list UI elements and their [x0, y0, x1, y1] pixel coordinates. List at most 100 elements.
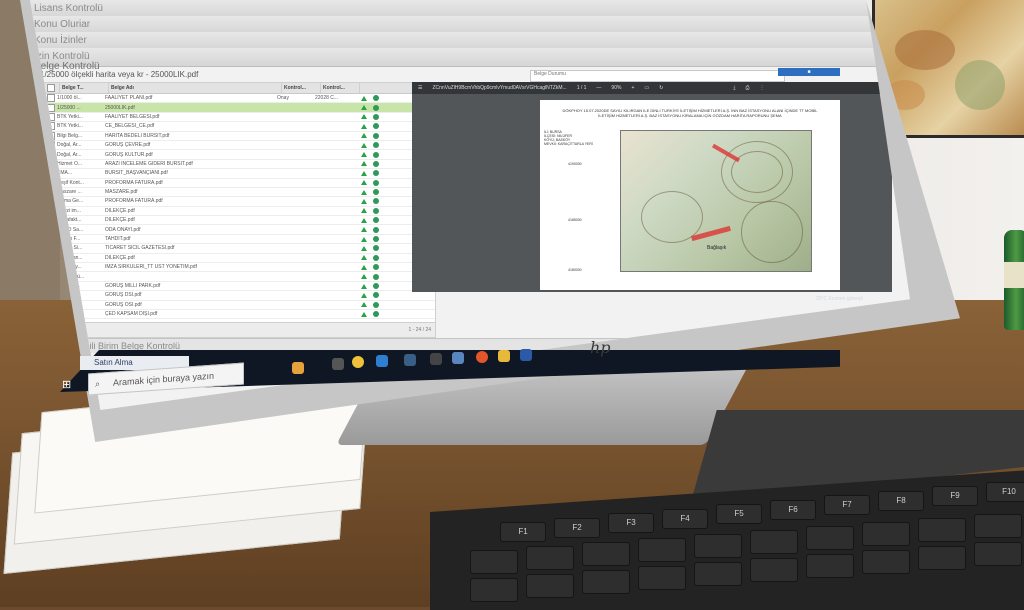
keyboard-key[interactable]	[750, 530, 798, 554]
key-f1[interactable]: F1	[500, 522, 546, 542]
belge-durumu-select[interactable]: Belge Durumu	[530, 70, 785, 82]
warning-icon[interactable]	[361, 255, 367, 261]
table-row[interactable]: İmar Plan...DİLEKÇE.pdf	[45, 253, 435, 264]
warning-icon[interactable]	[361, 114, 367, 120]
warning-icon[interactable]	[361, 264, 367, 270]
table-row[interactable]: OSKO Sa... ODA ONAYI.pdf	[45, 225, 435, 235]
warning-icon[interactable]	[361, 283, 367, 289]
more-icon[interactable]: ⋮	[760, 82, 765, 94]
zoom-out-icon[interactable]: —	[596, 82, 601, 94]
row-belge-adi[interactable]: DİLEKÇE.pdf	[103, 255, 275, 261]
status-icon[interactable]	[373, 301, 379, 308]
row-belge-adi[interactable]: GÖRÜŞ KÜLTÜR.pdf	[103, 152, 275, 158]
key-f8[interactable]: F8	[878, 490, 924, 511]
table-row[interactable]: Muvafakt... DİLEKÇE.pdf	[45, 216, 435, 226]
keyboard-key[interactable]	[526, 574, 574, 598]
word-icon[interactable]	[520, 349, 532, 361]
row-belge-adi[interactable]: İMZA SİRKÜLERİ_TT ÜST YÖNETİM.pdf	[103, 264, 275, 270]
warning-icon[interactable]	[361, 198, 367, 204]
status-icon[interactable]	[373, 170, 379, 177]
table-row[interactable]: Kurum g...GÖRÜŞ DSI.pdf	[45, 291, 435, 301]
warning-icon[interactable]	[361, 208, 367, 214]
chrome-icon[interactable]	[352, 356, 364, 368]
table-row[interactable]: 1/25000 ... 25000LIK.pdf	[45, 103, 435, 113]
rotate-icon[interactable]: ↻	[659, 82, 663, 94]
key-f6[interactable]: F6	[770, 499, 816, 520]
key-f9[interactable]: F9	[932, 486, 978, 506]
table-row[interactable]: Maszare ... MASZARE.pdf	[45, 188, 435, 198]
keyboard-key[interactable]	[862, 522, 910, 546]
status-icon[interactable]	[373, 273, 379, 280]
zoom-in-icon[interactable]: +	[631, 82, 634, 94]
table-row[interactable]: Kurum g...ÇED KAPSAM DIŞI.pdf	[45, 310, 435, 320]
status-icon[interactable]	[373, 160, 379, 167]
warning-icon[interactable]	[361, 292, 367, 298]
warning-icon[interactable]	[361, 133, 367, 139]
table-row[interactable]: Doğal, Ar... GÖRÜŞ ÇEVRE.pdf	[45, 141, 435, 151]
status-icon[interactable]	[373, 254, 379, 261]
status-icon[interactable]	[373, 142, 379, 149]
network-app-icon[interactable]	[404, 354, 416, 366]
table-row[interactable]: Keşif Kont... PROFORMA FATURA.pdf	[45, 178, 435, 188]
status-icon[interactable]	[373, 198, 379, 205]
table-row[interactable]: 1/1000 öl... FAALİYET PLANI.pdf Onay 22028 …	[45, 94, 435, 104]
status-icon[interactable]	[373, 123, 379, 130]
table-row[interactable]: Mama Ge... PROFORMA FATURA.pdf	[45, 197, 435, 207]
warning-icon[interactable]	[361, 245, 367, 251]
warning-icon[interactable]	[361, 105, 367, 111]
status-icon[interactable]	[373, 95, 379, 102]
warning-icon[interactable]	[361, 189, 367, 195]
row-belge-adi[interactable]: PROFORMA FATURA.pdf	[103, 180, 275, 186]
keyboard-key[interactable]	[918, 546, 966, 570]
row-belge-adi[interactable]: BURSIT_BAŞVANÇIANI.pdf	[103, 170, 275, 176]
key-f4[interactable]: F4	[662, 508, 708, 529]
table-row[interactable]: Doğal, Ar... GÖRÜŞ KÜLTÜR.pdf	[45, 150, 435, 160]
row-belge-adi[interactable]: FAALİYET PLANI.pdf	[103, 95, 275, 101]
warning-icon[interactable]	[361, 170, 367, 176]
row-belge-adi[interactable]: PROFORMA FATURA.pdf	[103, 198, 275, 204]
warning-icon[interactable]	[361, 142, 367, 148]
keyboard-key[interactable]	[694, 534, 742, 558]
keyboard-key[interactable]	[806, 526, 854, 550]
status-icon[interactable]	[373, 283, 379, 289]
table-row[interactable]: Orman F...TAHDIT.pdf	[45, 235, 435, 245]
warning-icon[interactable]	[361, 180, 367, 186]
row-belge-adi[interactable]: 25000LIK.pdf	[103, 105, 275, 111]
table-row[interactable]: Kurum g...GÖRÜŞ OSI.pdf	[45, 300, 435, 310]
keyboard-key[interactable]	[974, 542, 1022, 566]
row-belge-adi[interactable]: ARAZİ İNCELEME GİDERİ BURSIT.pdf	[103, 161, 275, 167]
row-belge-adi[interactable]: TAHDIT.pdf	[103, 236, 275, 242]
status-icon[interactable]	[373, 245, 379, 252]
row-belge-adi[interactable]: GÖRÜŞ ÇEVRE.pdf	[103, 142, 275, 148]
row-belge-adi[interactable]: DİLEKÇE.pdf	[103, 208, 275, 214]
keyboard-key[interactable]	[862, 550, 910, 574]
warning-icon[interactable]	[361, 123, 367, 129]
firefox-icon[interactable]	[476, 351, 488, 363]
status-icon[interactable]	[373, 292, 379, 299]
keyboard-key[interactable]	[470, 578, 518, 602]
warning-icon[interactable]	[361, 152, 367, 158]
status-icon[interactable]	[373, 207, 379, 214]
keyboard-key[interactable]	[918, 518, 966, 542]
download-pdf-icon[interactable]: ⤓	[733, 82, 735, 94]
status-icon[interactable]	[373, 132, 379, 139]
warning-icon[interactable]	[361, 302, 367, 308]
table-row[interactable]: BTK Yetki... FAALİYET BELGESİ.pdf	[45, 112, 435, 123]
table-row[interactable]: Bilgi Tecrü...	[45, 272, 435, 282]
print-icon[interactable]: ⎙	[746, 82, 750, 94]
warning-icon[interactable]	[361, 161, 367, 167]
warning-icon[interactable]	[361, 217, 367, 223]
task-view-icon[interactable]	[332, 358, 344, 370]
keyboard-key[interactable]	[694, 562, 742, 586]
keyboard-key[interactable]	[582, 542, 630, 566]
belge-action-button[interactable]: ■	[778, 68, 840, 76]
keyboard-key[interactable]	[638, 538, 686, 562]
warning-icon[interactable]	[361, 95, 367, 101]
row-belge-adi[interactable]: MASZARE.pdf	[103, 189, 275, 195]
table-row[interactable]: Hizmet Ö... ARAZİ İNCELEME GİDERİ BURSIT.…	[45, 159, 435, 170]
status-icon[interactable]	[373, 236, 379, 243]
keyboard-key[interactable]	[582, 570, 630, 594]
status-icon[interactable]	[373, 264, 379, 271]
table-row[interactable]: İmza Bey...İMZA SİRKÜLERİ_TT ÜST YÖNETİM…	[45, 263, 435, 273]
table-row[interactable]: Kurum g...GÖRÜŞ MİLLİ PARK.pdf	[45, 282, 435, 292]
